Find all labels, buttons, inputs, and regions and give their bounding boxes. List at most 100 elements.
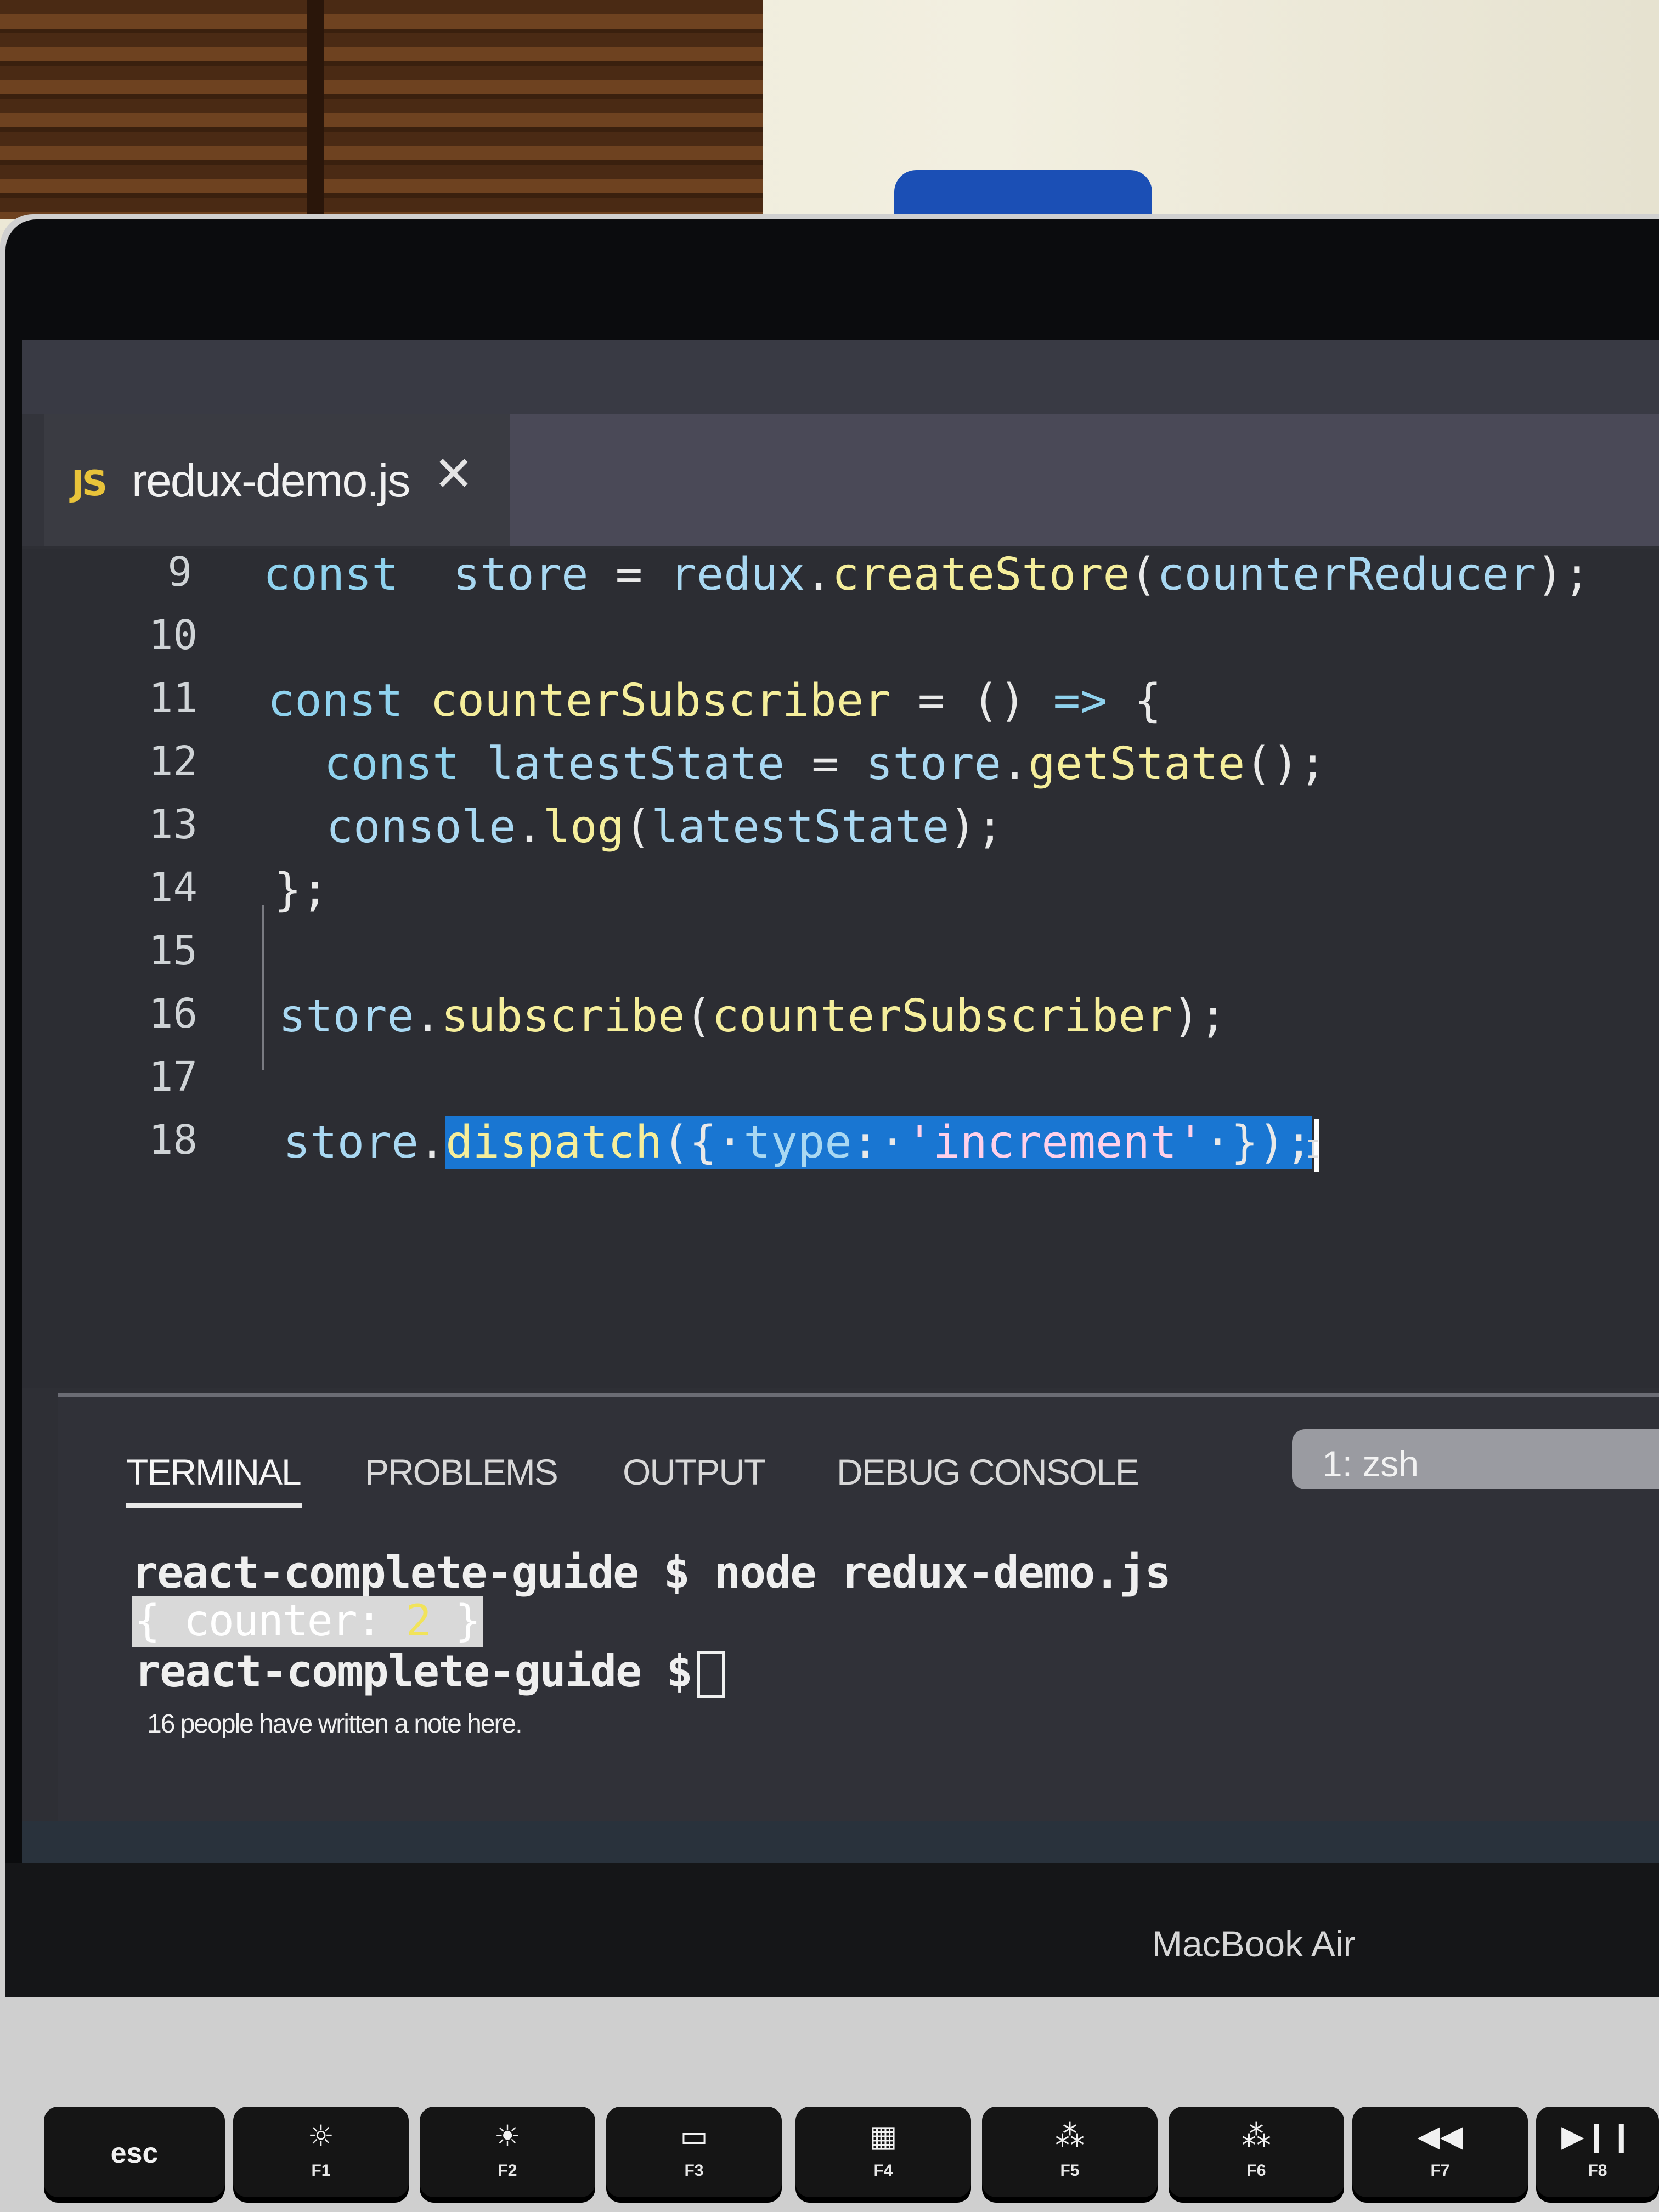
code-token: getState [1028,738,1245,790]
code-line[interactable]: 15 [22,927,1659,988]
key-fn-label: F7 [1430,2162,1450,2180]
line-number: 10 [148,612,198,659]
code-text: const latestState = store.getState(); [270,738,1327,790]
line-number: 9 [167,549,192,596]
output-counter-value: 2 [405,1596,432,1646]
code-token: counterSubscriber [430,675,891,727]
code-token: const [263,549,399,601]
play-pause-icon: ▶❙❙ [1561,2119,1634,2153]
key-fn-label: F5 [1060,2162,1080,2180]
indent-guide [262,905,264,1070]
function-key-f4[interactable]: ▦ F4 [795,2107,971,2197]
tab-debug-console[interactable]: DEBUG CONSOLE [837,1451,1139,1493]
code-token: ·}); [1204,1116,1313,1169]
code-token: store [279,990,414,1042]
code-token: console [326,801,516,853]
tab-bar-empty-area [510,414,1659,546]
brand-label: MacBook Air [1152,1923,1356,1964]
code-token: type [743,1116,852,1169]
line-number: 15 [148,927,198,974]
tab-terminal[interactable]: TERMINAL [126,1451,302,1493]
code-text: const counterSubscriber = () => { [268,675,1161,727]
window-title-bar [22,340,1659,414]
esc-key[interactable]: esc [44,2107,225,2197]
code-line[interactable]: 13 console.log(latestState); [22,801,1659,861]
code-token: . [414,990,442,1042]
terminal-command-line: react-complete-guide $ node redux-demo.j… [132,1547,1171,1598]
code-line[interactable]: 9 const store = redux.createStore(counter… [22,549,1659,609]
terminal-select-value: 1: zsh [1322,1443,1419,1484]
code-line[interactable]: 16 store.subscribe(counterSubscriber); [22,990,1659,1051]
key-fn-label: F6 [1246,2162,1266,2180]
function-key-f3[interactable]: ▭ F3 [606,2107,782,2197]
key-fn-label: F4 [873,2162,893,2180]
function-key-f7[interactable]: ◀◀ F7 [1352,2107,1528,2197]
code-token: const [324,738,460,790]
code-token: store [283,1116,419,1169]
function-key-f2[interactable]: ☀ F2 [420,2107,595,2197]
keyboard-light-up-icon: ⁂ [1242,2119,1271,2153]
function-key-f8[interactable]: ▶❙❙ F8 [1536,2107,1659,2197]
code-token: subscribe [441,990,685,1042]
code-token: ( [685,990,712,1042]
launchpad-icon: ▦ [869,2119,898,2153]
tab-output[interactable]: OUTPUT [623,1451,766,1493]
code-token: const [268,675,403,727]
code-token: dispatch [445,1116,663,1169]
code-token: . [805,549,832,601]
line-number: 18 [148,1116,198,1164]
code-token: log [543,801,624,853]
code-line[interactable]: 14}; [22,864,1659,924]
function-key-f1[interactable]: ☼ F1 [233,2107,409,2197]
tab-filename[interactable]: redux-demo.js [132,454,410,507]
code-token: = [588,549,670,601]
code-line[interactable]: 12 const latestState = store.getState(); [22,738,1659,798]
line-number: 12 [148,738,198,785]
code-token: ); [1172,990,1227,1042]
code-token: 'increment' [906,1116,1204,1169]
code-token: :· [851,1116,906,1169]
code-editor[interactable]: 9 const store = redux.createStore(counter… [22,549,1659,1388]
code-token: = [785,738,866,790]
code-line[interactable]: 11 const counterSubscriber = () => { [22,675,1659,735]
brightness-up-icon: ☀ [494,2119,521,2153]
screen: JS redux-demo.js ✕ 9 const store = redux.… [22,340,1659,1863]
close-icon[interactable]: ✕ [433,450,474,498]
code-text: const store = redux.createStore(counterR… [263,549,1590,601]
code-token: ( [624,801,652,853]
js-file-icon: JS [71,464,108,504]
code-text: store.dispatch({·type:·'increment'·}); [283,1116,1319,1172]
code-token: counterReducer [1157,549,1537,601]
code-token: { [1107,675,1162,727]
key-fn-label: F2 [498,2162,517,2180]
output-suffix: } [430,1596,481,1646]
function-key-f5[interactable]: ⁂ F5 [982,2107,1158,2197]
code-token: (); [1245,738,1327,790]
shutter-frame [307,0,324,219]
line-number: 11 [148,675,198,722]
code-token: store [453,549,589,601]
line-number: 16 [148,990,198,1037]
terminal-prompt-line[interactable]: react-complete-guide $ [134,1646,725,1699]
output-prefix: { counter: [134,1596,406,1646]
terminal-cursor [697,1651,725,1699]
code-text: console.log(latestState); [272,801,1003,853]
code-line[interactable]: 17 [22,1053,1659,1114]
code-token: . [418,1116,446,1169]
key-label: esc [110,2137,159,2169]
code-token: counterSubscriber [712,990,1173,1042]
code-token: latestState [486,738,785,790]
line-number: 14 [148,864,198,911]
function-key-f6[interactable]: ⁂ F6 [1169,2107,1344,2197]
tab-problems[interactable]: PROBLEMS [365,1451,558,1493]
code-line[interactable]: 18 store.dispatch({·type:·'increment'·}); [22,1116,1659,1177]
line-number: 17 [148,1053,198,1101]
code-token: latestState [651,801,950,853]
code-line[interactable]: 10 [22,612,1659,672]
screen-bottom-edge [22,1821,1659,1863]
code-token: ( [1130,549,1158,601]
